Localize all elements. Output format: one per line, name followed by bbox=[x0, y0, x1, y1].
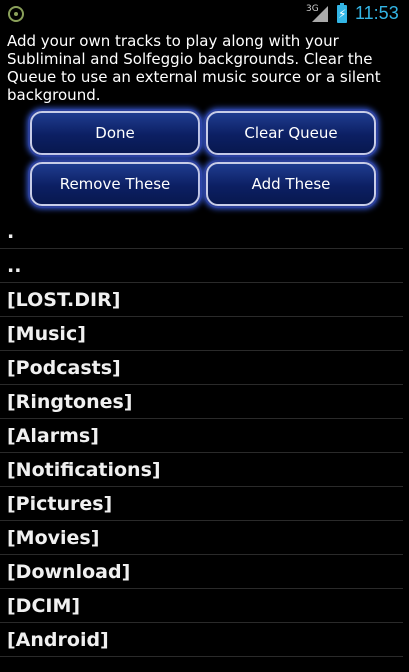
list-item[interactable]: [Ringtones] bbox=[0, 385, 403, 419]
add-these-button[interactable]: Add These bbox=[206, 162, 376, 206]
list-item[interactable]: . bbox=[0, 215, 403, 249]
clear-queue-button[interactable]: Clear Queue bbox=[206, 111, 376, 155]
remove-these-button[interactable]: Remove These bbox=[30, 162, 200, 206]
list-item[interactable]: [LOST.DIR] bbox=[0, 283, 403, 317]
list-item[interactable]: [Pictures] bbox=[0, 487, 403, 521]
list-item[interactable]: .. bbox=[0, 249, 403, 283]
list-item[interactable]: [Alarms] bbox=[0, 419, 403, 453]
list-item[interactable]: [Music] bbox=[0, 317, 403, 351]
list-item[interactable]: [Notifications] bbox=[0, 453, 403, 487]
done-button[interactable]: Done bbox=[30, 111, 200, 155]
battery-charging-icon: ⚡ bbox=[337, 3, 347, 23]
list-item[interactable]: [Android] bbox=[0, 623, 403, 657]
instructions-text: Add your own tracks to play along with y… bbox=[7, 32, 381, 104]
file-list: . .. [LOST.DIR] [Music] [Podcasts] [Ring… bbox=[0, 215, 409, 657]
list-item[interactable]: [Podcasts] bbox=[0, 351, 403, 385]
app-indicator-icon bbox=[8, 6, 24, 22]
list-item[interactable]: [DCIM] bbox=[0, 589, 403, 623]
list-item[interactable]: [Download] bbox=[0, 555, 403, 589]
list-item[interactable]: [Movies] bbox=[0, 521, 403, 555]
clock: 11:53 bbox=[355, 3, 399, 23]
status-bar: 3G ⚡ 11:53 bbox=[0, 0, 409, 30]
signal-icon bbox=[312, 6, 328, 22]
